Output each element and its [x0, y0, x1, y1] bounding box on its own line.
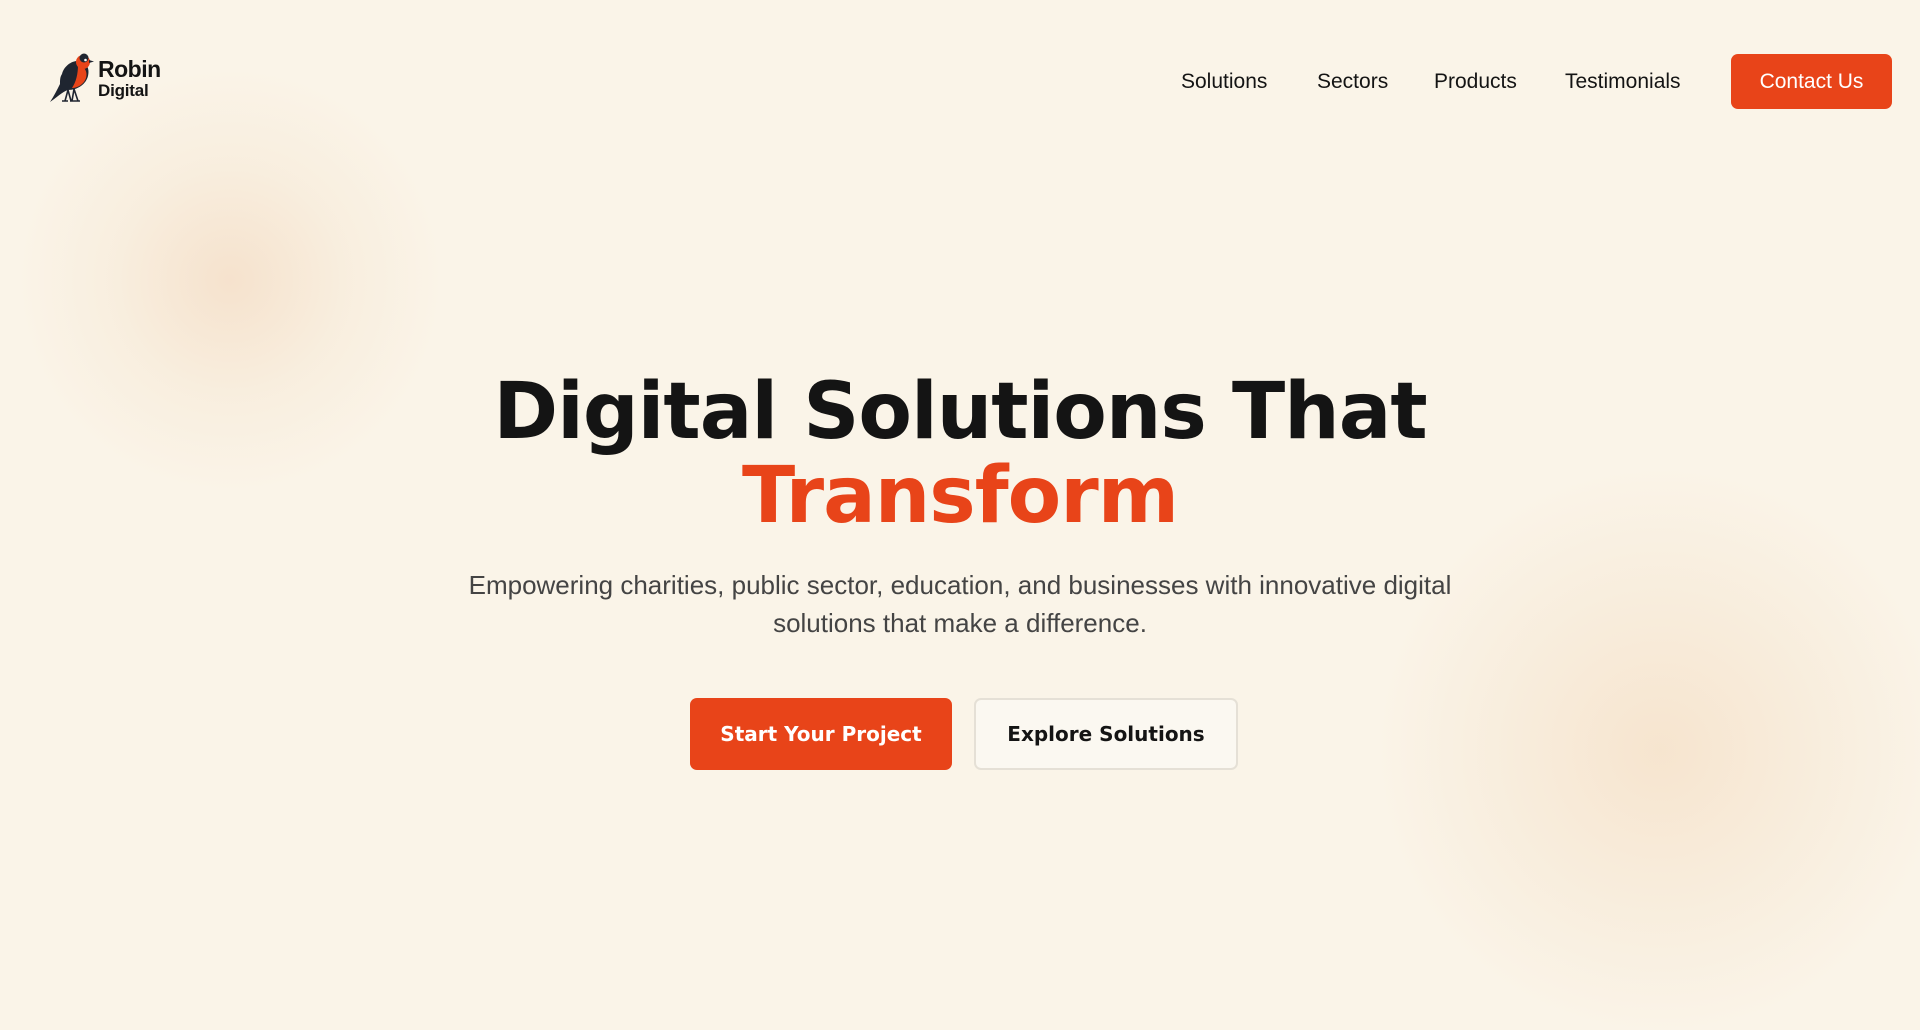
hero-subtitle: Empowering charities, public sector, edu… — [468, 570, 1452, 638]
hero-title-line1: Digital Solutions That — [493, 367, 1427, 457]
background-glow-right — [1380, 470, 1920, 1030]
contact-us-button[interactable]: Contact Us — [1731, 54, 1892, 109]
start-project-button[interactable]: Start Your Project — [690, 698, 952, 770]
site-header: Robin Digital Solutions Sectors Products… — [0, 0, 1920, 166]
nav-link-testimonials[interactable]: Testimonials — [1565, 68, 1681, 96]
robin-bird-icon — [50, 53, 94, 102]
nav-link-solutions[interactable]: Solutions — [1181, 68, 1267, 96]
logo-text: Robin Digital — [98, 55, 161, 100]
logo-word-digital: Digital — [98, 80, 149, 100]
logo-link[interactable]: Robin Digital — [48, 52, 161, 104]
hero-title-highlight: Transform — [742, 451, 1179, 541]
hero-title: Digital Solutions That Transform — [0, 370, 1920, 538]
nav-link-products[interactable]: Products — [1434, 68, 1517, 96]
explore-solutions-button[interactable]: Explore Solutions — [974, 698, 1238, 770]
logo-word-robin: Robin — [98, 55, 161, 82]
nav-link-sectors[interactable]: Sectors — [1317, 68, 1388, 96]
